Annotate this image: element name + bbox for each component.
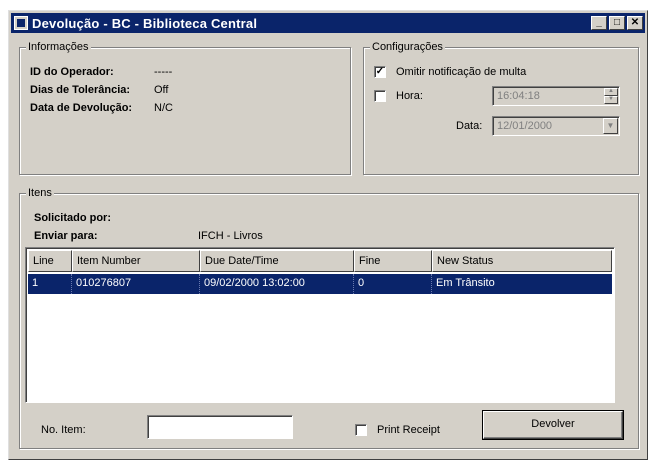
cell-new-status: Em Trânsito [436, 277, 495, 289]
print-receipt-checkbox[interactable] [355, 424, 367, 436]
devolucao-label: Data de Devolução: [30, 102, 133, 114]
list-header: Line Item Number Due Date/Time Fine New … [28, 250, 612, 272]
hora-spinner[interactable]: ▲ ▼ [604, 88, 618, 104]
tolerancia-label: Dias de Tolerância: [30, 84, 131, 96]
cell-fine: 0 [354, 274, 432, 294]
no-item-input[interactable] [147, 415, 293, 439]
hora-value: 16:04:18 [497, 90, 540, 102]
configuracoes-legend: Configurações [370, 41, 445, 53]
devolucao-value: N/C [154, 102, 173, 114]
table-row[interactable]: 1 010276807 09/02/2000 13:02:00 0 Em Trâ… [28, 274, 612, 294]
devolucao-row: Data de Devolução: N/C [30, 102, 173, 114]
items-list-view[interactable]: Line Item Number Due Date/Time Fine New … [25, 247, 615, 403]
omitir-label: Omitir notificação de multa [396, 66, 527, 78]
data-label: Data: [456, 120, 483, 132]
spin-down-icon[interactable]: ▼ [604, 96, 618, 104]
title-bar[interactable]: Devolução - BC - Biblioteca Central _ □ … [11, 13, 645, 33]
tolerancia-row: Dias de Tolerância: Off [30, 84, 168, 96]
no-item-label: No. Item: [41, 424, 86, 436]
informacoes-legend: Informações [26, 41, 91, 53]
operador-row: ID do Operador: ----- [30, 66, 172, 78]
solicitado-label: Solicitado por: [34, 212, 111, 224]
column-header-fine[interactable]: Fine [354, 250, 432, 272]
column-header-new-status[interactable]: New Status [432, 250, 612, 272]
dropdown-arrow-icon[interactable]: ▼ [603, 118, 618, 134]
itens-legend: Itens [26, 187, 54, 199]
return-dialog-window: Devolução - BC - Biblioteca Central _ □ … [8, 10, 648, 460]
devolver-button[interactable]: Devolver [482, 410, 624, 440]
data-field[interactable]: 12/01/2000 ▼ [492, 116, 620, 136]
close-button[interactable]: ✕ [627, 16, 643, 30]
tolerancia-value: Off [154, 84, 169, 96]
column-header-line[interactable]: Line [28, 250, 72, 272]
cell-item-number: 010276807 [72, 274, 200, 294]
hora-label: Hora: [396, 90, 423, 102]
cell-line: 1 [28, 274, 72, 294]
operador-label: ID do Operador: [30, 66, 114, 78]
data-value: 12/01/2000 [497, 120, 553, 132]
window-controls: _ □ ✕ [591, 16, 643, 30]
window-title: Devolução - BC - Biblioteca Central [32, 15, 258, 31]
operador-value: ----- [154, 66, 173, 78]
maximize-button[interactable]: □ [609, 16, 625, 30]
configuracoes-group: Configurações ✓ Omitir notificação de mu… [363, 41, 639, 175]
column-header-due-date[interactable]: Due Date/Time [200, 250, 354, 272]
cell-due-date: 09/02/2000 13:02:00 [200, 274, 354, 294]
spin-up-icon[interactable]: ▲ [604, 88, 618, 96]
enviar-label: Enviar para: [34, 230, 98, 242]
column-header-item-number[interactable]: Item Number [72, 250, 200, 272]
informacoes-group: Informações ID do Operador: ----- Dias de… [19, 41, 351, 175]
hora-checkbox[interactable] [374, 90, 386, 102]
app-icon [14, 16, 28, 30]
hora-field[interactable]: 16:04:18 ▲ ▼ [492, 86, 620, 106]
minimize-button[interactable]: _ [591, 16, 607, 30]
enviar-value: IFCH - Livros [198, 230, 263, 242]
omitir-checkbox[interactable]: ✓ [374, 66, 386, 78]
print-receipt-label: Print Receipt [377, 424, 440, 436]
